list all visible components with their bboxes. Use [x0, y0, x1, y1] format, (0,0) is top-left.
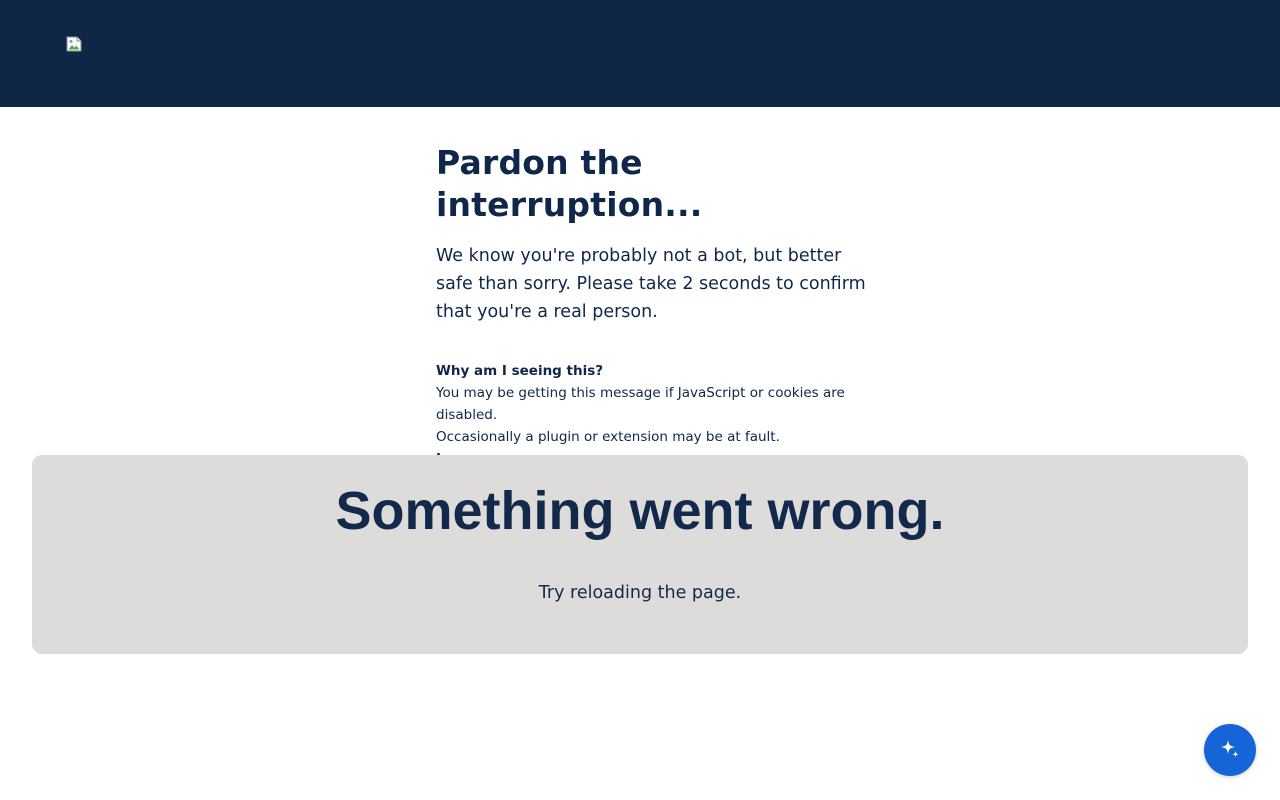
error-hint: Try reloading the page. [538, 583, 742, 603]
intro-text: We know you're probably not a bot, but b… [436, 246, 866, 322]
broken-image-icon[interactable] [66, 36, 82, 52]
why-line-2: Occasionally a plugin or extension may b… [436, 429, 780, 445]
why-title: Why am I seeing this? [436, 363, 604, 379]
error-title: Something went wrong. [335, 481, 945, 541]
error-panel: Something went wrong. Try reloading the … [32, 455, 1248, 654]
site-header [0, 0, 1280, 107]
page-title: Pardon the interruption... [436, 143, 703, 224]
why-line-1: You may be getting this message if JavaS… [436, 385, 845, 423]
why-section: Why am I seeing this? You may be getting… [436, 360, 906, 470]
sparkle-icon [1218, 737, 1242, 764]
assistant-button[interactable] [1204, 724, 1256, 776]
interruption-message: Pardon the interruption... We know you'r… [436, 142, 906, 470]
